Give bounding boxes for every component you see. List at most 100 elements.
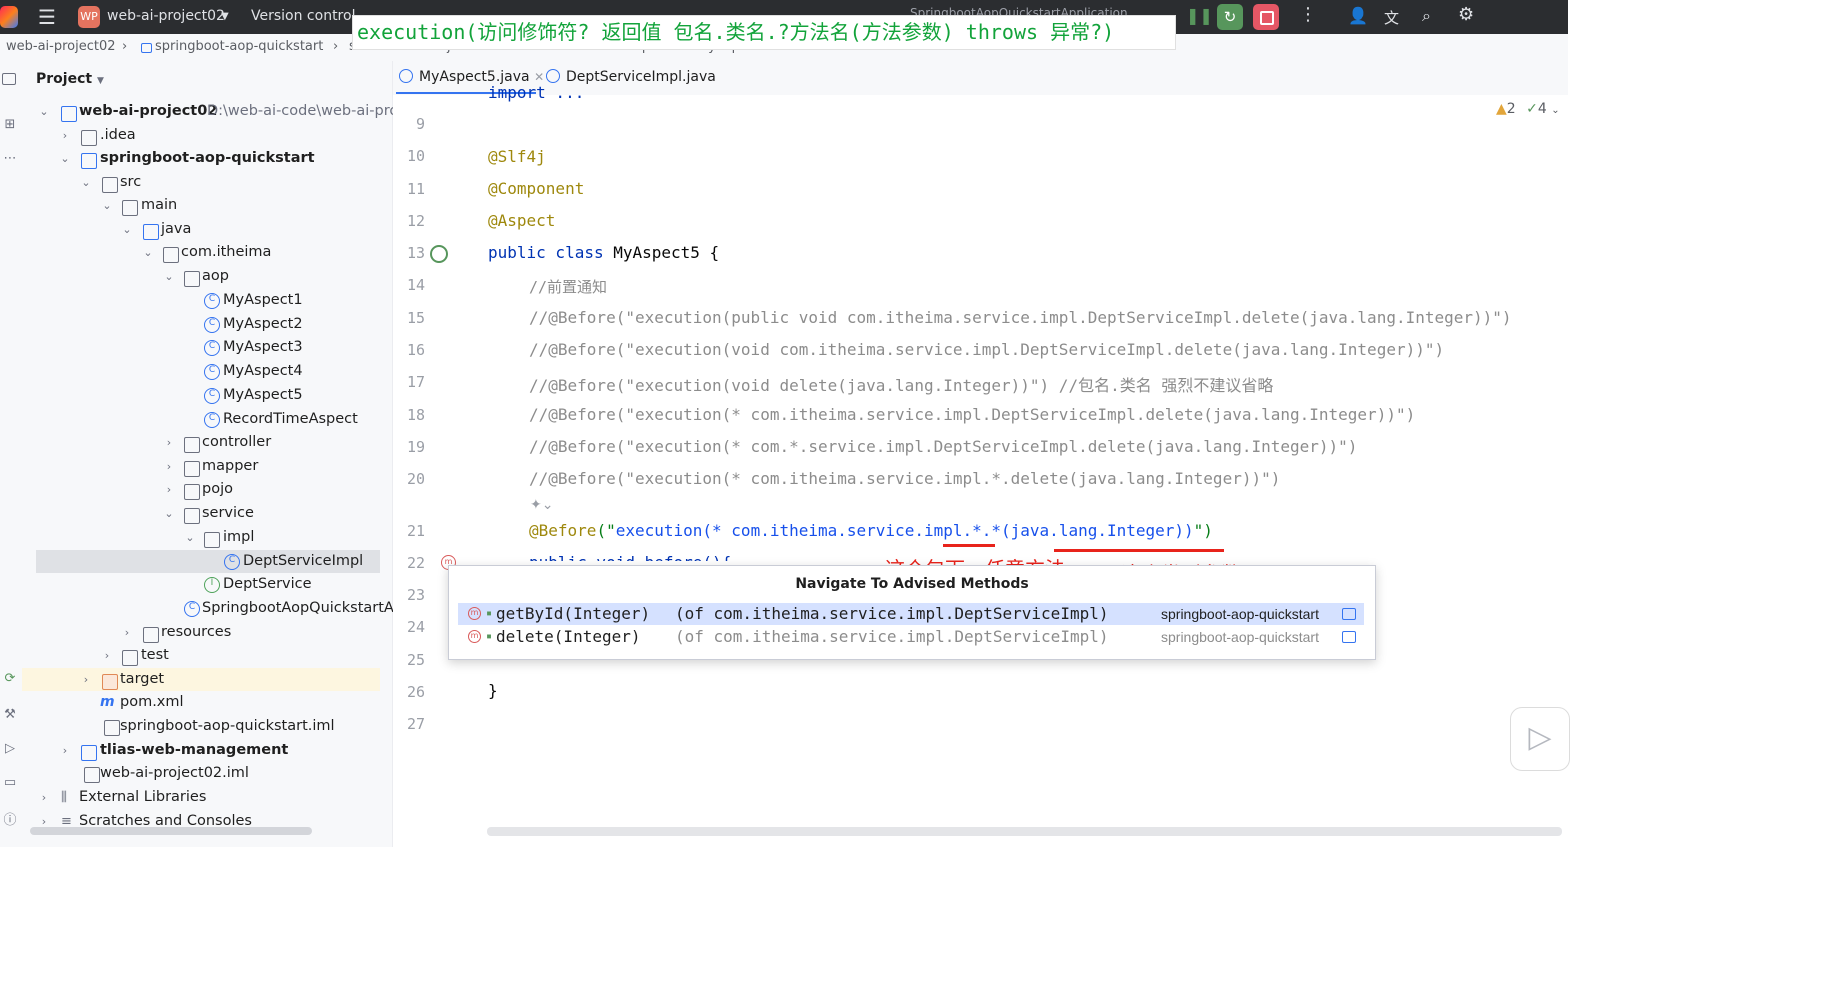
code-comment: //@Before("execution(* com.itheima.servi… <box>529 469 1281 488</box>
code-line: @Component <box>488 179 585 198</box>
more-tools-icon[interactable]: ⋯ <box>2 151 18 167</box>
terminal-icon[interactable]: ▭ <box>2 775 18 791</box>
structure-icon[interactable]: ⊞ <box>2 117 18 133</box>
popup-title: Navigate To Advised Methods <box>795 576 1029 592</box>
version-control-menu[interactable]: Version control <box>251 8 355 24</box>
settings-gear-icon[interactable]: ⚙ <box>1458 4 1474 25</box>
problems-icon[interactable]: ⓘ <box>2 809 18 828</box>
run-icon[interactable]: ▷ <box>2 741 18 757</box>
package-icon <box>184 461 200 477</box>
tree-item[interactable]: ⌄ com.itheima <box>22 241 380 264</box>
package-icon <box>184 437 200 453</box>
tree-item-selected[interactable]: C DeptServiceImpl <box>36 550 380 573</box>
tree-item[interactable]: web-ai-project02.iml <box>22 762 380 785</box>
tree-item[interactable]: › ⫼ External Libraries <box>22 786 380 809</box>
play-overlay-icon[interactable]: ▷ <box>1510 707 1570 771</box>
tree-label: controller <box>202 434 272 450</box>
class-icon: C <box>204 412 220 428</box>
search-icon[interactable]: ⌕ <box>1422 6 1431 26</box>
code-editor[interactable]: ▲2 ✓4 ⌄ import ... 9 10 11 12 13 14 15 1… <box>393 83 1570 847</box>
chevron-down-icon[interactable]: ⌄ <box>142 241 154 264</box>
main-menu-icon[interactable]: ☰ <box>38 5 56 29</box>
tree-item[interactable]: springboot-aop-quickstart.iml <box>22 715 380 738</box>
pause-icon[interactable]: ❚❚ <box>1186 6 1213 25</box>
tree-item[interactable]: › resources <box>22 621 380 644</box>
tree-item[interactable]: › tlias-web-management <box>22 739 380 762</box>
chevron-down-icon[interactable]: ⌄ <box>184 526 196 549</box>
chevron-down-icon[interactable]: ⌄ <box>38 100 50 123</box>
tree-item[interactable]: ⌄ aop <box>22 265 380 288</box>
services-icon[interactable]: ⟳ <box>2 671 18 687</box>
tree-item[interactable]: C MyAspect3 <box>22 336 380 359</box>
chevron-down-icon[interactable]: ▼ <box>221 11 229 22</box>
tree-item[interactable]: ⌄ impl <box>22 526 380 549</box>
tree-item[interactable]: › .idea <box>22 124 380 147</box>
chevron-down-icon[interactable]: ⌄ <box>80 171 92 194</box>
tree-item[interactable]: C MyAspect5 <box>22 384 380 407</box>
chevron-right-icon[interactable]: › <box>121 621 133 644</box>
chevron-right-icon[interactable]: › <box>59 124 71 147</box>
tree-item[interactable]: › test <box>22 644 380 667</box>
tree-item[interactable]: › mapper <box>22 455 380 478</box>
tree-item[interactable]: ⌄ src <box>22 171 380 194</box>
breadcrumb-separator: › <box>333 39 339 54</box>
tree-root[interactable]: ⌄ web-ai-project02 D:\web-ai-code\web-ai… <box>22 100 402 123</box>
tree-item[interactable]: I DeptService <box>22 573 380 596</box>
close-icon[interactable]: ✕ <box>534 70 544 84</box>
source-folder-icon <box>143 224 159 240</box>
tree-item[interactable]: C MyAspect2 <box>22 313 380 336</box>
chevron-right-icon[interactable]: › <box>38 786 50 809</box>
aspect-gutter-icon[interactable] <box>430 245 448 263</box>
project-scrollbar-horizontal[interactable] <box>30 827 312 835</box>
popup-row-selected[interactable]: m ▪ getById(Integer) (of com.itheima.ser… <box>458 603 1364 625</box>
tree-item[interactable]: C MyAspect4 <box>22 360 380 383</box>
chevron-right-icon[interactable]: › <box>80 668 92 691</box>
tree-label: service <box>202 505 254 521</box>
tree-item[interactable]: › target <box>22 668 380 691</box>
chevron-right-icon[interactable]: › <box>163 478 175 501</box>
add-user-icon[interactable]: 👤 <box>1348 6 1368 25</box>
tree-item[interactable]: C SpringbootAopQuickstartApp <box>22 597 412 620</box>
tree-item[interactable]: ⌄ service <box>22 502 380 525</box>
breadcrumb-item[interactable]: web-ai-project02 <box>6 39 116 54</box>
project-folder-icon[interactable] <box>2 73 16 85</box>
tree-item[interactable]: C MyAspect1 <box>22 289 380 312</box>
tree-item[interactable]: ⌄ springboot-aop-quickstart <box>22 147 380 170</box>
chevron-right-icon[interactable]: › <box>163 455 175 478</box>
inspection-widget[interactable]: ▲2 ✓4 ⌄ <box>1496 101 1560 117</box>
breadcrumb-item[interactable]: springboot-aop-quickstart <box>155 39 323 54</box>
ai-assistant-icon[interactable]: ✦⌄ <box>530 497 553 513</box>
chevron-down-icon[interactable]: ▼ <box>97 76 104 86</box>
line-number: 20 <box>406 470 425 488</box>
tree-item[interactable]: ⌄ main <box>22 194 380 217</box>
chevron-down-icon[interactable]: ⌄ <box>121 218 133 241</box>
module-icon <box>61 106 77 122</box>
tree-item[interactable]: › controller <box>22 431 380 454</box>
project-panel-title[interactable]: Project ▼ <box>36 71 104 87</box>
more-icon[interactable]: ⋮ <box>1299 4 1317 25</box>
intellij-logo-icon[interactable] <box>0 6 18 28</box>
build-icon[interactable]: ⚒ <box>2 707 18 723</box>
chevron-right-icon[interactable]: › <box>101 644 113 667</box>
chevron-right-icon[interactable]: › <box>163 431 175 454</box>
chevron-down-icon[interactable]: ⌄ <box>101 194 113 217</box>
stop-icon[interactable] <box>1253 4 1279 30</box>
scratches-icon: ≡ <box>61 814 72 829</box>
rerun-icon[interactable]: ↻ <box>1217 4 1243 30</box>
project-name[interactable]: web-ai-project02 <box>107 8 225 24</box>
tree-item[interactable]: m pom.xml <box>22 691 380 714</box>
chevron-right-icon[interactable]: › <box>59 739 71 762</box>
folder-icon <box>122 650 138 666</box>
chevron-down-icon[interactable]: ⌄ <box>163 502 175 525</box>
tree-label: .idea <box>100 127 136 143</box>
popup-row[interactable]: m ▪ delete(Integer) (of com.itheima.serv… <box>458 626 1364 648</box>
translate-icon[interactable]: 文 <box>1384 7 1399 28</box>
chevron-down-icon[interactable]: ⌄ <box>59 147 71 170</box>
project-badge[interactable]: WP <box>78 6 100 28</box>
tree-item[interactable]: C RecordTimeAspect <box>22 408 380 431</box>
tree-item[interactable]: › pojo <box>22 478 380 501</box>
editor-scrollbar-horizontal[interactable] <box>487 827 1562 836</box>
package-icon <box>163 247 179 263</box>
tree-item[interactable]: ⌄ java <box>22 218 380 241</box>
chevron-down-icon[interactable]: ⌄ <box>163 265 175 288</box>
